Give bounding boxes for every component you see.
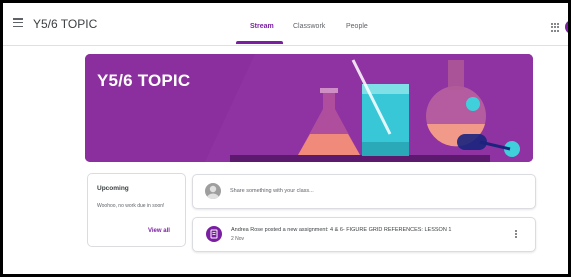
stream-post[interactable]: Andrea Rose posted a new assignment: 4 &…	[192, 217, 536, 252]
account-avatar[interactable]	[565, 20, 568, 34]
class-title[interactable]: Y5/6 TOPIC	[33, 17, 97, 31]
upcoming-message: Woohoo, no work due in soon!	[97, 203, 165, 209]
post-date: 2 Nov	[231, 236, 245, 242]
active-tab-indicator	[236, 41, 283, 44]
share-placeholder[interactable]: Share something with your class...	[230, 188, 314, 194]
assignment-icon	[206, 226, 222, 242]
upcoming-title: Upcoming	[97, 185, 129, 192]
classroom-app: Y5/6 TOPIC Stream Classwork People Y5/6 …	[3, 3, 568, 274]
banner-class-title: Y5/6 TOPIC	[97, 71, 191, 90]
top-bar: Y5/6 TOPIC Stream Classwork People	[3, 3, 568, 46]
hamburger-menu-icon[interactable]	[13, 18, 23, 28]
tab-stream[interactable]: Stream	[250, 23, 274, 30]
user-avatar-icon	[205, 183, 221, 199]
tab-people[interactable]: People	[346, 23, 368, 30]
more-options-icon[interactable]	[515, 230, 519, 240]
upcoming-card: Upcoming Woohoo, no work due in soon! Vi…	[87, 173, 186, 247]
apps-grid-icon[interactable]	[551, 23, 560, 32]
tab-classwork[interactable]: Classwork	[293, 23, 325, 30]
view-all-link[interactable]: View all	[148, 228, 170, 234]
post-title[interactable]: Andrea Rose posted a new assignment: 4 &…	[231, 227, 451, 233]
class-banner: Y5/6 TOPIC	[85, 54, 533, 162]
share-box[interactable]: Share something with your class...	[192, 174, 536, 209]
